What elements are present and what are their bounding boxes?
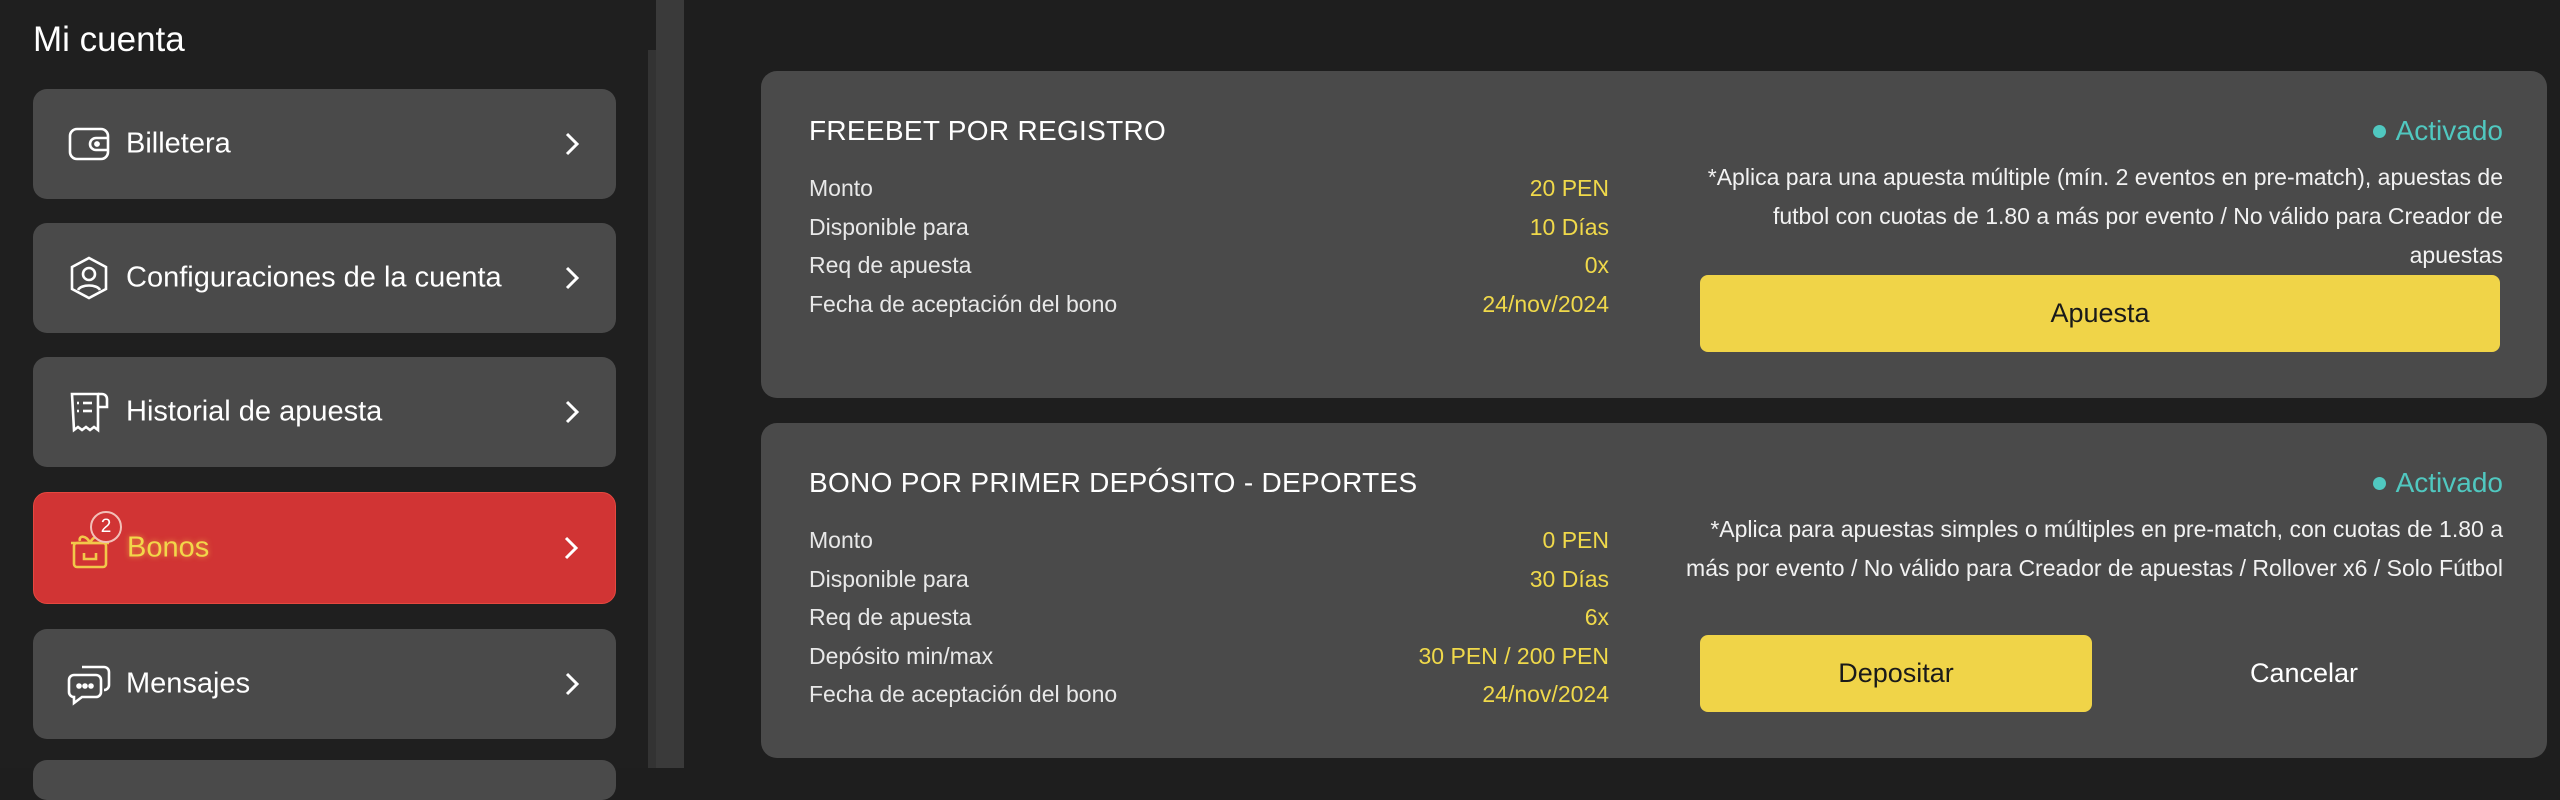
status-badge: Activado xyxy=(2372,115,2503,147)
chevron-right-icon xyxy=(562,129,582,159)
bonus-card: BONO POR PRIMER DEPÓSITO - DEPORTES Mont… xyxy=(761,423,2547,758)
bonus-details: Monto 0 PEN Disponible para 30 Días Req … xyxy=(809,527,1609,720)
detail-label: Depósito min/max xyxy=(809,642,994,669)
sidebar-item-label: Configuraciones de la cuenta xyxy=(126,261,502,294)
status-dot-icon xyxy=(2372,124,2386,138)
detail-value: 24/nov/2024 xyxy=(1482,681,1609,707)
detail-label: Fecha de aceptación del bono xyxy=(809,681,1118,707)
bonus-title: BONO POR PRIMER DEPÓSITO - DEPORTES xyxy=(809,467,1418,498)
chevron-right-icon xyxy=(562,669,582,699)
bonus-terms: *Aplica para una apuesta múltiple (mín. … xyxy=(1707,164,2503,268)
detail-value: 24/nov/2024 xyxy=(1482,290,1609,317)
detail-value: 0x xyxy=(1584,252,1609,278)
status-dot-icon xyxy=(2372,476,2386,490)
bonus-details: Monto 20 PEN Disponible para 10 Días Req… xyxy=(809,175,1609,329)
detail-label: Fecha de aceptación del bono xyxy=(809,290,1118,317)
sidebar-item-label: Billetera xyxy=(126,127,231,160)
sidebar-item-mensajes[interactable]: Mensajes xyxy=(33,629,616,739)
detail-label: Disponible para xyxy=(809,565,969,592)
status-badge: Activado xyxy=(2372,467,2503,499)
detail-row: Req de apuesta 0x xyxy=(809,252,1609,291)
detail-row: Fecha de aceptación del bono 24/nov/2024 xyxy=(809,291,1609,330)
deposit-button[interactable]: Depositar xyxy=(1700,635,2092,712)
detail-row: Depósito min/max 30 PEN / 200 PEN xyxy=(809,643,1609,682)
detail-label: Monto xyxy=(809,175,873,201)
detail-label: Monto xyxy=(809,527,873,553)
status-text: Activado xyxy=(2395,467,2503,498)
detail-row: Disponible para 30 Días xyxy=(809,566,1609,605)
detail-value: 6x xyxy=(1584,604,1609,630)
detail-value: 20 PEN xyxy=(1529,175,1609,201)
detail-row: Req de apuesta 6x xyxy=(809,604,1609,643)
cancel-button[interactable]: Cancelar xyxy=(2108,635,2500,712)
detail-value: 30 PEN / 200 PEN xyxy=(1418,642,1610,669)
detail-row: Monto 20 PEN xyxy=(809,175,1609,214)
detail-label: Disponible para xyxy=(809,213,969,240)
wallet-icon xyxy=(66,121,112,167)
sidebar-scrollbar[interactable] xyxy=(648,50,656,768)
sidebar-item-label: Historial de apuesta xyxy=(126,395,383,428)
detail-row: Fecha de aceptación del bono 24/nov/2024 xyxy=(809,681,1609,720)
sidebar-item-historial[interactable]: Historial de apuesta xyxy=(33,357,616,467)
receipt-icon xyxy=(66,389,112,435)
chevron-right-icon xyxy=(562,397,582,427)
detail-row: Disponible para 10 Días xyxy=(809,214,1609,253)
sidebar-item-label: Bonos xyxy=(127,531,210,564)
detail-value: 0 PEN xyxy=(1542,527,1609,553)
detail-label: Req de apuesta xyxy=(809,604,972,630)
chevron-right-icon xyxy=(561,533,581,563)
detail-value: 30 Días xyxy=(1529,565,1609,592)
account-sidebar: Mi cuenta Billetera Configuraciones de l… xyxy=(0,0,656,800)
sidebar-item-bonos[interactable]: 2 Bonos xyxy=(33,492,616,604)
status-text: Activado xyxy=(2395,115,2503,146)
bonus-title: FREEBET POR REGISTRO xyxy=(809,115,1167,146)
sidebar-title: Mi cuenta xyxy=(33,20,185,59)
sidebar-item-billetera[interactable]: Billetera xyxy=(33,89,616,199)
sidebar-item-configuraciones[interactable]: Configuraciones de la cuenta xyxy=(33,223,616,333)
chat-icon xyxy=(66,661,112,707)
bet-button[interactable]: Apuesta xyxy=(1700,275,2500,352)
panel-divider xyxy=(656,0,684,768)
bonus-terms: *Aplica para apuestas simples o múltiple… xyxy=(1686,516,2503,581)
bonus-card: FREEBET POR REGISTRO Monto 20 PEN Dispon… xyxy=(761,71,2547,398)
sidebar-item-partial[interactable] xyxy=(33,760,616,800)
chevron-right-icon xyxy=(562,263,582,293)
detail-value: 10 Días xyxy=(1529,213,1609,240)
notification-badge: 2 xyxy=(90,511,122,543)
sidebar-item-label: Mensajes xyxy=(126,667,251,700)
detail-row: Monto 0 PEN xyxy=(809,527,1609,566)
user-shield-icon xyxy=(66,255,112,301)
detail-label: Req de apuesta xyxy=(809,252,972,278)
